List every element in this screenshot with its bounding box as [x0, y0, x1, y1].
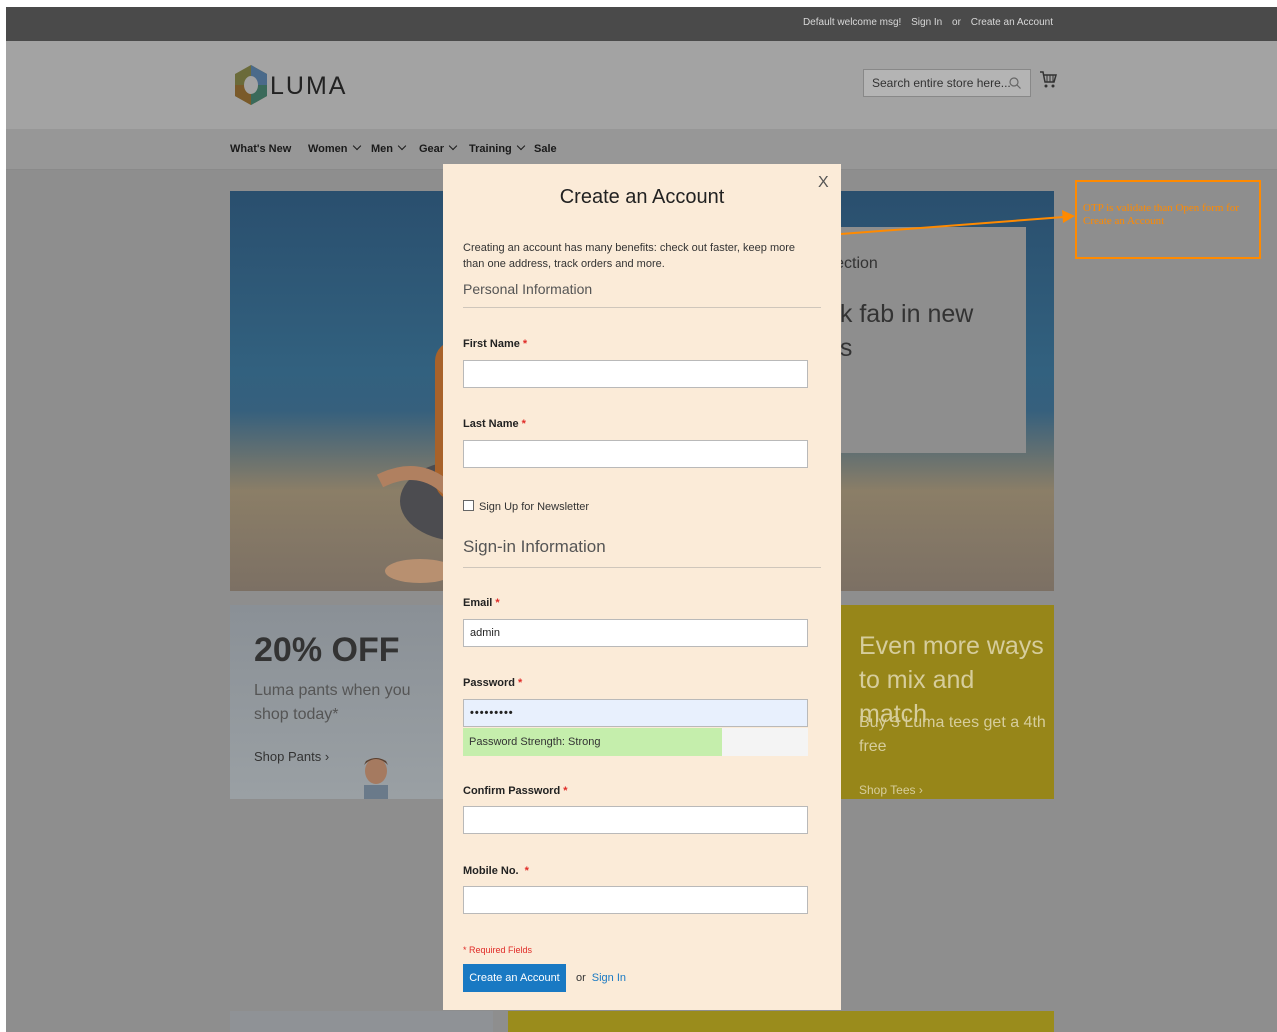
mobile-label: Mobile No. * — [463, 865, 529, 877]
password-strength-text: Password Strength: Strong — [469, 736, 601, 748]
chevron-down-icon — [448, 141, 458, 151]
hero-title-line: ok fab in new — [826, 300, 974, 328]
or-text: or — [576, 972, 586, 984]
email-label-text: Email — [463, 597, 493, 609]
last-name-label: Last Name * — [463, 418, 526, 430]
luma-logo-icon[interactable] — [231, 63, 271, 107]
sign-in-link[interactable]: Sign In — [911, 17, 942, 28]
bottom-promo-left[interactable] — [230, 1011, 493, 1032]
first-name-field[interactable] — [463, 360, 808, 388]
promo-headline: 20% OFF — [254, 631, 400, 669]
confirm-password-label-text: Confirm Password — [463, 785, 561, 797]
chevron-down-icon — [516, 141, 526, 151]
create-account-button[interactable]: Create an Account — [463, 964, 566, 992]
nav-item-women[interactable]: Women — [308, 141, 362, 155]
required-asterisk: * — [522, 338, 528, 350]
annotation-text: OTP is validate than Open form for Creat… — [1083, 202, 1239, 227]
header-links: Default welcome msg! Sign In or Create a… — [796, 17, 1053, 28]
nav-item-label: Women — [308, 143, 348, 155]
promo-text: Luma pants when you shop today* — [254, 682, 411, 723]
modal-intro: Creating an account has many benefits: c… — [463, 242, 796, 270]
nav-item-label: Sale — [534, 143, 557, 155]
nav-item-label: Training — [469, 143, 512, 155]
bottom-promo-right[interactable] — [508, 1011, 1054, 1032]
email-label: Email * — [463, 597, 500, 609]
password-field[interactable]: ••••••••• — [463, 699, 808, 727]
search-icon[interactable] — [1008, 76, 1022, 90]
hero-title: ok fab in new es — [826, 297, 973, 365]
create-account-modal: Create an Account X Creating an account … — [443, 164, 841, 1010]
sign-in-link[interactable]: Sign In — [592, 972, 626, 984]
welcome-message: Default welcome msg! — [802, 17, 902, 28]
last-name-label-text: Last Name — [463, 418, 519, 430]
annotation-box: OTP is validate than Open form for Creat… — [1075, 180, 1261, 259]
nav-item-label: Men — [371, 143, 393, 155]
shop-pants-link[interactable]: Shop Pants › — [254, 749, 329, 764]
nav-item-label: Gear — [419, 143, 445, 155]
mobile-field[interactable] — [463, 886, 808, 914]
confirm-password-field[interactable] — [463, 806, 808, 834]
search-input[interactable]: Search entire store here... — [863, 69, 1031, 97]
nav-item-men[interactable]: Men — [371, 141, 407, 155]
search-placeholder: Search entire store here... — [872, 76, 1011, 90]
divider — [463, 307, 821, 308]
confirm-password-label: Confirm Password * — [463, 785, 567, 797]
checkbox-icon[interactable] — [463, 500, 474, 511]
personal-info-legend: Personal Information — [463, 281, 593, 297]
create-account-link[interactable]: Create an Account — [971, 17, 1053, 28]
newsletter-checkbox[interactable]: Sign Up for Newsletter — [463, 500, 589, 513]
nav-item-sale[interactable]: Sale — [534, 143, 557, 155]
nav-item-gear[interactable]: Gear — [419, 141, 458, 155]
nav-item-training[interactable]: Training — [469, 141, 526, 155]
required-asterisk: * — [517, 677, 523, 689]
newsletter-label: Sign Up for Newsletter — [479, 501, 590, 513]
nav-item-label: What's New — [230, 143, 292, 155]
required-asterisk: * — [563, 785, 568, 797]
first-name-label: First Name * — [463, 338, 527, 350]
chevron-down-icon — [397, 141, 407, 151]
model-image — [364, 758, 388, 799]
or-text: or — [952, 17, 961, 28]
site-header: LUMA Search entire store here... — [6, 41, 1277, 129]
required-fields-note: * Required Fields — [463, 945, 533, 955]
email-field[interactable]: admin — [463, 619, 808, 647]
divider — [463, 567, 821, 568]
first-name-label-text: First Name — [463, 338, 520, 350]
mobile-label-text: Mobile No. — [463, 865, 519, 877]
page-frame: Default welcome msg! Sign In or Create a… — [6, 7, 1277, 1032]
hero-title-line: es — [826, 331, 973, 365]
logo-text[interactable]: LUMA — [270, 72, 347, 101]
chevron-down-icon — [352, 141, 361, 151]
top-bar: Default welcome msg! Sign In or Create a… — [6, 7, 1277, 41]
modal-title: Create an Account — [559, 186, 725, 208]
password-label-text: Password — [463, 677, 515, 689]
password-strength-meter: Password Strength: Strong — [463, 728, 808, 756]
required-asterisk: * — [521, 418, 526, 430]
close-icon[interactable]: X — [818, 174, 829, 192]
signin-info-legend: Sign-in Information — [463, 537, 606, 556]
promo-text: Buy 3 Luma tees get a 4th free — [859, 714, 1046, 755]
password-label: Password * — [463, 677, 522, 689]
or-sign-in: or Sign In — [576, 972, 626, 984]
nav-item-whats-new[interactable]: What's New — [230, 143, 291, 155]
required-asterisk: * — [524, 865, 529, 877]
last-name-field[interactable] — [463, 440, 808, 468]
required-asterisk: * — [495, 597, 500, 609]
shop-tees-link[interactable]: Shop Tees › — [859, 783, 923, 797]
cart-icon[interactable] — [1039, 69, 1057, 89]
